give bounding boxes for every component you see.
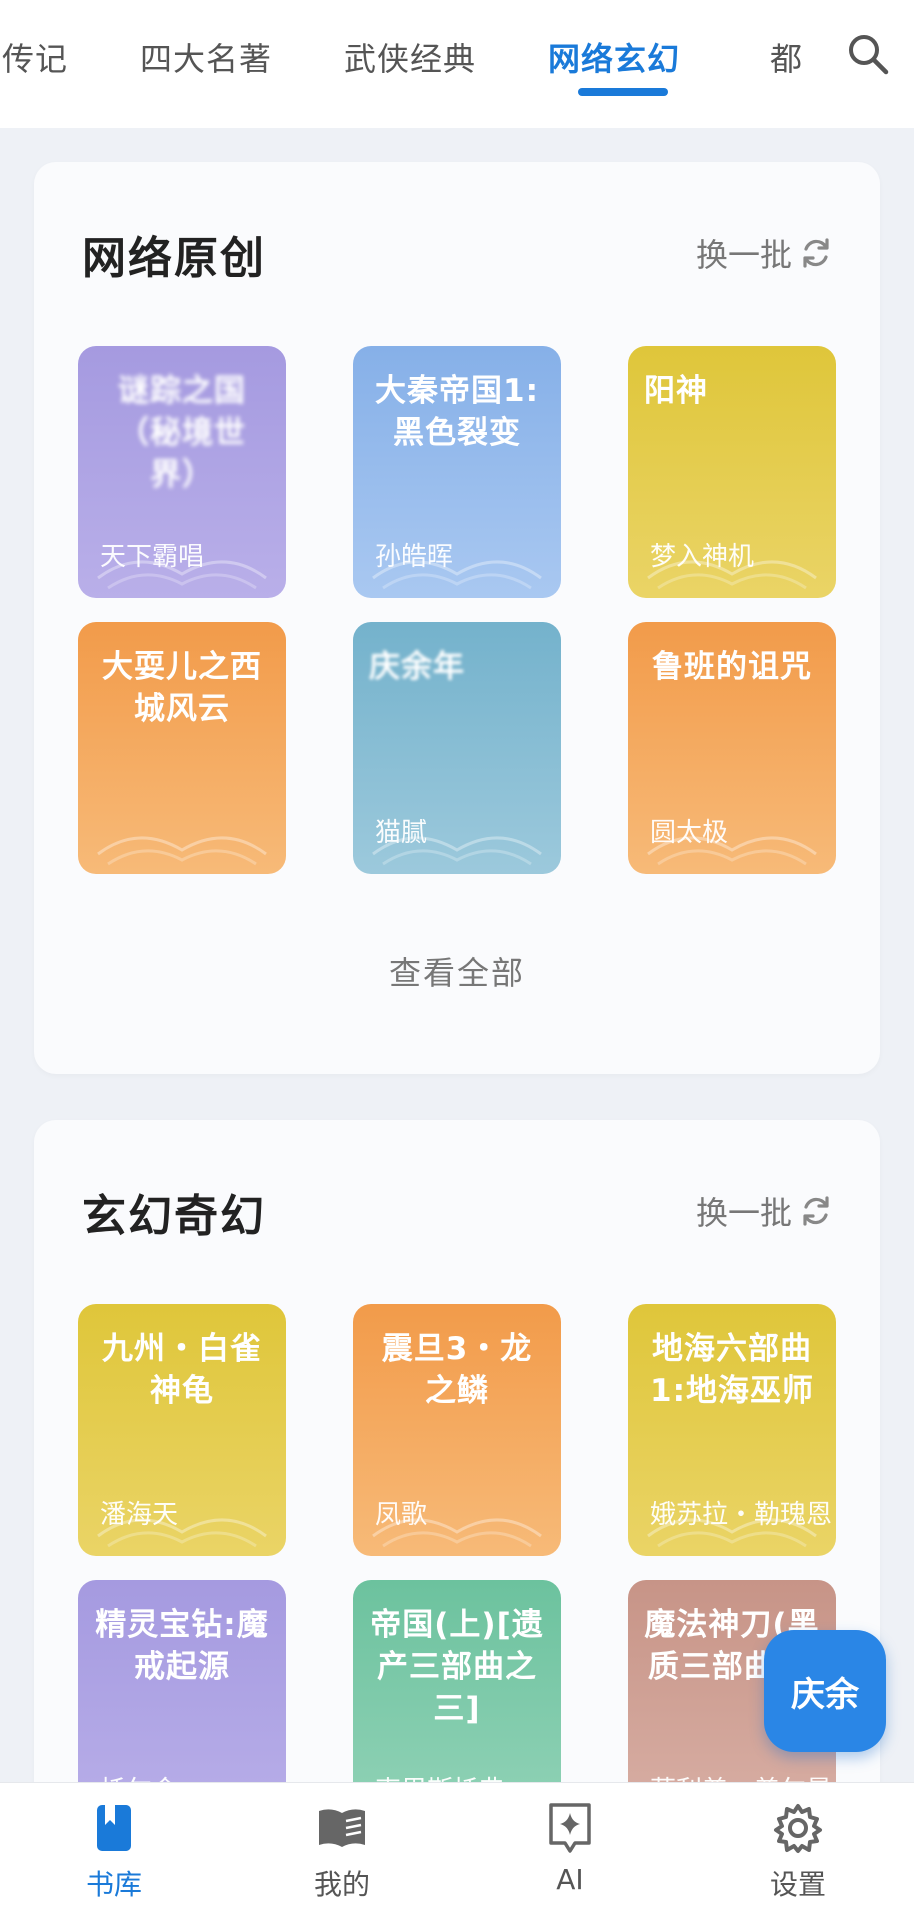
nav-settings[interactable]: 设置 [728,1801,868,1903]
search-icon[interactable] [844,30,892,78]
tab-web-fantasy[interactable]: 网络玄幻 [548,34,680,80]
book-title: 九州・白雀神龟 [102,1331,262,1409]
tab-four-classics[interactable]: 四大名著 [140,34,272,80]
book-author: 潘海天 [100,1500,179,1530]
bookmark-book-icon [97,1805,131,1851]
book-author: 天下霸唱 [100,542,205,572]
section-web-original: 网络原创 换一批 谜踪之国（秘境世界） 天下霸唱 大秦帝国1:黑色裂变 孙皓晖 … [34,162,880,1074]
book-title: 鲁班的诅咒 [652,649,812,685]
book-cover[interactable]: 庆余年 猫腻 [353,622,561,874]
book-author: 圆太极 [650,818,729,848]
nav-label: 设置 [769,1868,826,1901]
book-cover[interactable]: 九州・白雀神龟 潘海天 [78,1304,286,1556]
gear-icon [774,1804,822,1853]
ai-sparkle-icon [549,1803,591,1853]
book-author: 凤歌 [375,1500,428,1530]
refresh-icon [803,238,829,268]
nav-label: AI [556,1863,584,1896]
refresh-label: 换一批 [695,1194,792,1232]
book-cover[interactable]: 震旦3・龙之鳞 凤歌 [353,1304,561,1556]
bottom-navigation: 书库 我的 AI 设置 [0,1782,914,1921]
book-author: 猫腻 [375,818,428,848]
open-book-decoration-icon [97,836,267,866]
active-tab-indicator [578,88,668,96]
nav-label: 我的 [313,1868,370,1901]
refresh-icon [803,1196,829,1226]
book-author: 娥苏拉・勒瑰恩 [650,1500,833,1530]
book-author: 梦入神机 [650,542,755,572]
tab-wuxia-classics[interactable]: 武侠经典 [344,34,476,80]
book-title: 阳神 [644,373,708,409]
book-title: 帝国(上)[遗产三部曲之三] [370,1607,544,1727]
section-fantasy: 玄幻奇幻 换一批 九州・白雀神龟 潘海天 震旦3・龙之鳞 凤歌 地海六部曲1:地… [34,1120,880,1832]
refresh-batch-button[interactable]: 换一批 [696,1188,834,1234]
book-cover[interactable]: 大秦帝国1:黑色裂变 孙皓晖 [353,346,561,598]
view-all-link[interactable]: 查看全部 [34,948,880,994]
category-tab-bar: 传记 四大名著 武侠经典 网络玄幻 都 [0,0,914,128]
book-author: 孙皓晖 [375,542,454,572]
nav-mine[interactable]: 我的 [272,1801,412,1903]
book-title: 大耍儿之西城风云 [102,649,262,727]
tab-biography[interactable]: 传记 [2,34,68,80]
refresh-batch-button[interactable]: 换一批 [696,230,834,276]
book-cover[interactable]: 谜踪之国（秘境世界） 天下霸唱 [78,346,286,598]
book-title: 地海六部曲1:地海巫师 [650,1331,814,1409]
book-title: 大秦帝国1:黑色裂变 [375,373,539,451]
book-title: 庆余年 [369,649,465,685]
nav-label: 书库 [85,1868,142,1901]
book-title: 震旦3・龙之鳞 [381,1331,533,1409]
floating-reading-button[interactable]: 庆余 [764,1630,886,1752]
nav-library[interactable]: 书库 [44,1801,184,1903]
section-title: 玄幻奇幻 [82,1191,266,1242]
book-title: 精灵宝钻:魔戒起源 [95,1607,269,1685]
book-cover[interactable]: 阳神 梦入神机 [628,346,836,598]
book-cover[interactable]: 大耍儿之西城风云 [78,622,286,874]
nav-ai[interactable]: AI [500,1801,640,1896]
open-book-icon [319,1809,365,1847]
tab-urban[interactable]: 都 [770,34,806,80]
book-cover[interactable]: 鲁班的诅咒 圆太极 [628,622,836,874]
book-title: 谜踪之国（秘境世界） [118,373,246,493]
book-cover[interactable]: 地海六部曲1:地海巫师 娥苏拉・勒瑰恩 [628,1304,836,1556]
section-title: 网络原创 [82,233,266,284]
refresh-label: 换一批 [695,236,792,274]
